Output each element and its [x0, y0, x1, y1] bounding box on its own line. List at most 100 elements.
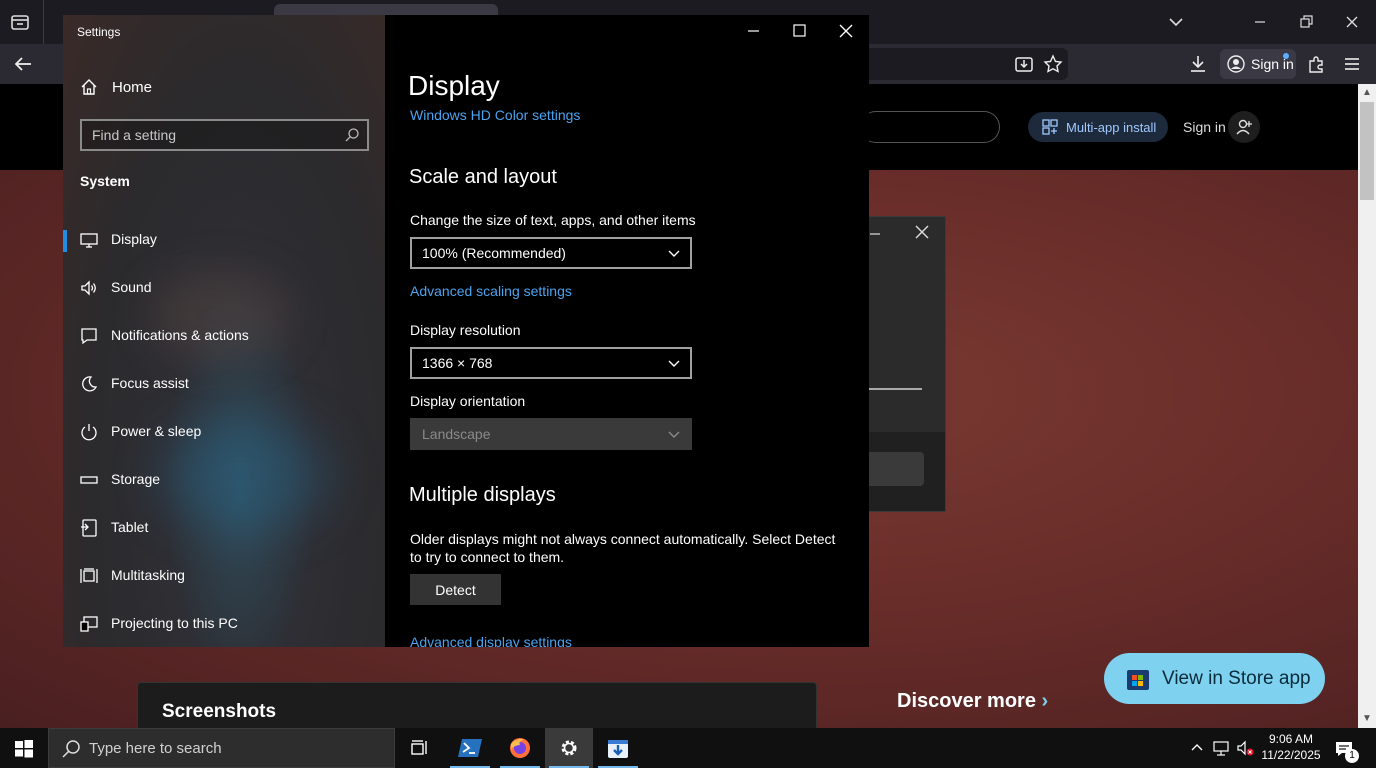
notification-badge: 1: [1345, 749, 1359, 763]
orientation-value: Landscape: [422, 426, 491, 442]
scrollbar-thumb[interactable]: [1360, 102, 1374, 200]
sidebar-item-label: Storage: [111, 471, 161, 487]
sidebar-item-label: Projecting to this PC: [111, 615, 238, 631]
restore-icon[interactable]: [1296, 12, 1316, 32]
home-nav-item[interactable]: Home: [80, 78, 152, 96]
tab-separator: [43, 0, 44, 44]
site-search-input[interactable]: [860, 111, 1000, 143]
chevron-down-icon[interactable]: [1166, 12, 1186, 32]
sidebar-item-storage[interactable]: Storage: [63, 458, 385, 502]
scroll-up-icon[interactable]: ▲: [1360, 86, 1374, 100]
url-bar[interactable]: [868, 48, 1068, 80]
close-icon[interactable]: [837, 22, 855, 40]
site-signin-link[interactable]: Sign in: [1183, 119, 1226, 135]
chevron-right-icon: ›: [1041, 690, 1049, 712]
scale-value: 100% (Recommended): [422, 245, 566, 261]
sidebar-item-multitasking[interactable]: Multitasking: [63, 554, 385, 598]
chevron-up-icon[interactable]: [1188, 739, 1206, 757]
storage-icon: [80, 476, 98, 484]
tab-list-icon[interactable]: [8, 10, 32, 34]
sidebar-item-label: Sound: [111, 279, 152, 295]
speaker-icon: [81, 280, 96, 296]
account-icon: [1227, 55, 1245, 73]
content-bottom-clip: Advanced display settings: [386, 630, 869, 647]
maximize-icon[interactable]: [791, 22, 809, 40]
multitasking-icon: [80, 568, 98, 583]
moon-icon: [82, 376, 98, 392]
monitor-icon: [80, 233, 98, 248]
gear-icon: [561, 740, 577, 756]
sidebar-item-display[interactable]: Display: [63, 218, 385, 262]
resolution-label: Display resolution: [410, 322, 521, 338]
avatar[interactable]: [1228, 111, 1260, 143]
hd-color-link[interactable]: Windows HD Color settings: [410, 107, 580, 123]
discover-more-link[interactable]: Discover more ›: [897, 690, 1048, 713]
scroll-down-icon[interactable]: ▼: [1360, 712, 1374, 726]
chevron-down-icon: [668, 250, 680, 257]
home-label: Home: [112, 78, 153, 96]
sidebar-item-projecting[interactable]: Projecting to this PC: [63, 602, 385, 646]
orientation-dropdown: Landscape: [410, 418, 692, 450]
chevron-down-icon: [668, 431, 680, 438]
star-icon[interactable]: [1042, 53, 1064, 75]
window-title: Settings: [77, 25, 121, 39]
detect-button[interactable]: Detect: [410, 574, 501, 605]
resolution-dropdown[interactable]: 1366 × 768: [410, 347, 692, 379]
search-icon: [345, 128, 359, 142]
advanced-scaling-link[interactable]: Advanced scaling settings: [410, 283, 572, 299]
sidebar-item-sound[interactable]: Sound: [63, 266, 385, 310]
powershell-icon: [458, 739, 482, 757]
view-in-store-label: View in Store app: [1162, 667, 1311, 689]
sidebar-item-tablet[interactable]: Tablet: [63, 506, 385, 550]
powershell-taskbar-button[interactable]: [446, 728, 494, 768]
multiple-displays-text: Older displays might not always connect …: [410, 531, 836, 565]
menu-icon[interactable]: [1341, 53, 1363, 75]
dialog-progress-line: [868, 388, 922, 390]
multi-app-install-label: Multi-app install: [1066, 119, 1157, 135]
tablet-icon: [81, 519, 97, 537]
task-view-button[interactable]: [396, 728, 444, 768]
extensions-icon[interactable]: [1305, 53, 1327, 75]
close-icon[interactable]: [1342, 12, 1362, 32]
dialog-input[interactable]: [868, 452, 924, 486]
settings-taskbar-button[interactable]: [545, 728, 593, 768]
back-arrow-icon[interactable]: [12, 53, 34, 75]
sidebar-item-notifications[interactable]: Notifications & actions: [63, 314, 385, 358]
sidebar-item-power-sleep[interactable]: Power & sleep: [63, 410, 385, 454]
volume-muted-icon[interactable]: [1236, 739, 1254, 757]
multi-app-install-button[interactable]: Multi-app install: [1028, 112, 1168, 142]
view-in-store-button[interactable]: View in Store app: [1104, 653, 1325, 704]
projecting-icon: [80, 616, 98, 632]
multiple-displays-heading: Multiple displays: [409, 484, 556, 506]
scale-dropdown[interactable]: 100% (Recommended): [410, 237, 692, 269]
firefox-icon: [510, 738, 530, 758]
installer-taskbar-button[interactable]: [594, 728, 642, 768]
advanced-display-link[interactable]: Advanced display settings: [410, 634, 572, 647]
taskbar-search-input[interactable]: Type here to search: [48, 728, 395, 768]
clock-time: 9:06 AM: [1268, 732, 1314, 746]
download-icon[interactable]: [1187, 53, 1209, 75]
taskbar-clock[interactable]: 9:06 AM 11/22/2025: [1256, 731, 1326, 763]
settings-search-input[interactable]: Find a setting: [80, 119, 369, 151]
installer-icon: [608, 740, 628, 758]
dialog-close-icon[interactable]: [913, 223, 931, 246]
minimize-icon[interactable]: [745, 22, 763, 40]
sidebar-item-label: Display: [111, 231, 157, 247]
dialog-minimize-icon[interactable]: [870, 225, 882, 248]
section-title: System: [80, 173, 130, 189]
firefox-taskbar-button[interactable]: [496, 728, 544, 768]
sidebar-item-label: Notifications & actions: [111, 327, 249, 343]
minimize-icon[interactable]: [1250, 12, 1270, 32]
screenshots-title: Screenshots: [162, 701, 277, 722]
install-page-icon[interactable]: [1013, 53, 1035, 75]
network-icon[interactable]: [1212, 739, 1230, 757]
home-icon: [81, 79, 97, 95]
search-placeholder: Find a setting: [92, 127, 177, 143]
signin-notification-dot: [1283, 53, 1289, 59]
sidebar-item-label: Power & sleep: [111, 423, 202, 439]
windows-start-icon[interactable]: [14, 739, 34, 759]
sidebar-item-label: Tablet: [111, 519, 149, 535]
add-user-icon: [1236, 119, 1252, 135]
resolution-value: 1366 × 768: [422, 355, 493, 371]
sidebar-item-focus-assist[interactable]: Focus assist: [63, 362, 385, 406]
